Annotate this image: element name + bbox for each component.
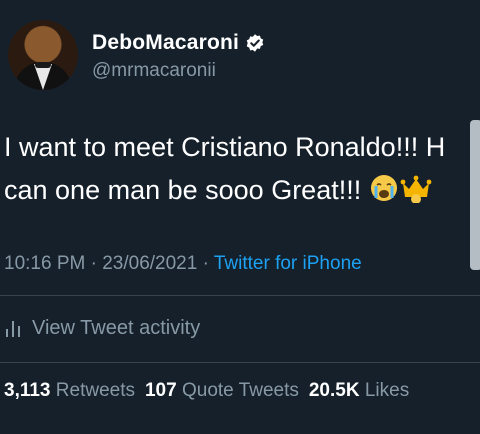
display-name[interactable]: DeboMacaroni xyxy=(92,31,239,55)
quote-tweets-label: Quote Tweets xyxy=(181,380,299,401)
quote-tweets-stat[interactable]: 107 Quote Tweets xyxy=(145,380,309,401)
tweet-meta: 10:16 PM · 23/06/2021 · Twitter for iPho… xyxy=(4,253,362,275)
likes-count: 20.5K xyxy=(308,380,360,401)
divider xyxy=(0,295,480,296)
avatar-bowtie xyxy=(35,62,51,68)
tweet-header: DeboMacaroni @mrmacaronii xyxy=(0,0,480,110)
likes-stat[interactable]: 20.5K Likes xyxy=(309,380,419,401)
retweets-stat[interactable]: 3,113 Retweets xyxy=(4,380,145,401)
tweet-line-2: can one man be sooo Great!!! xyxy=(4,169,480,216)
view-tweet-activity-button[interactable]: View Tweet activity xyxy=(4,312,200,344)
user-handle[interactable]: @mrmacaronii xyxy=(92,60,216,82)
quote-tweets-count: 107 xyxy=(144,380,177,401)
tweet-source-link[interactable]: Twitter for iPhone xyxy=(214,253,362,274)
scroll-handle[interactable] xyxy=(470,120,480,270)
tweet-text: I want to meet Cristiano Ronaldo!!! H ca… xyxy=(4,126,480,216)
avatar[interactable] xyxy=(8,20,78,90)
tweet-date: 23/06/2021 xyxy=(102,253,198,274)
retweets-count: 3,113 xyxy=(4,380,51,401)
name-row[interactable]: DeboMacaroni xyxy=(92,28,265,58)
likes-label: Likes xyxy=(364,380,410,401)
view-tweet-activity-label: View Tweet activity xyxy=(32,316,201,339)
tweet-stats: 3,113 Retweets 107 Quote Tweets 20.5K Like… xyxy=(4,380,419,402)
tweet-line-1: I want to meet Cristiano Ronaldo!!! H xyxy=(4,132,446,162)
bar-chart-icon xyxy=(6,321,20,337)
tweet-time: 10:16 PM xyxy=(4,253,86,274)
retweets-label: Retweets xyxy=(55,380,135,401)
crown-icon xyxy=(399,173,433,216)
meta-separator: · xyxy=(85,253,103,274)
divider xyxy=(0,362,480,363)
tweet-line-2-text: can one man be sooo Great!!! xyxy=(4,175,369,205)
meta-separator: · xyxy=(197,253,214,274)
verified-badge-icon xyxy=(245,33,265,53)
crying-face-icon xyxy=(369,173,399,216)
